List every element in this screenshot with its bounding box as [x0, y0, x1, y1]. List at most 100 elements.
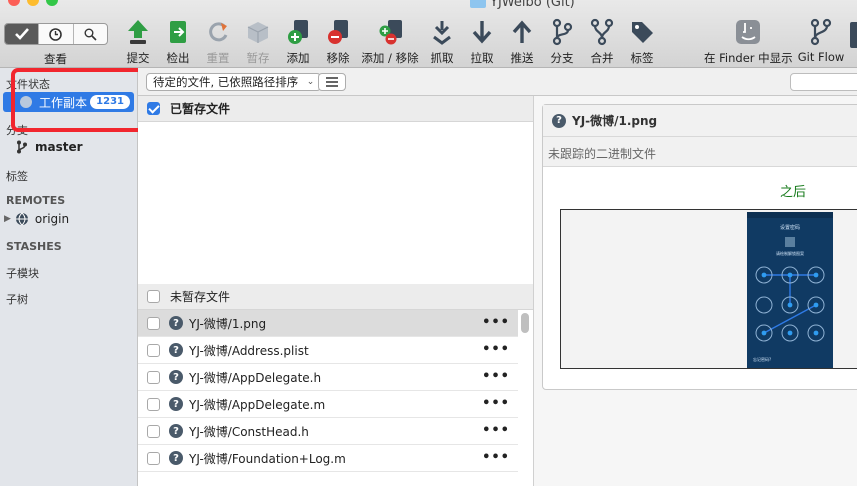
file-checkbox[interactable] — [147, 397, 160, 411]
add-remove-button[interactable]: 添加 / 移除 — [360, 18, 420, 66]
unstaged-files-pane: 未暂存文件 ? YJ-微博/1.png ••• ? YJ-微博/Address.… — [138, 284, 533, 486]
remotes-header[interactable]: REMOTES — [6, 194, 65, 207]
tag-button[interactable]: 标签 — [626, 18, 658, 66]
untracked-question-icon: ? — [169, 424, 183, 438]
file-list-scrollbar[interactable] — [521, 313, 529, 333]
untracked-question-icon: ? — [169, 316, 183, 330]
file-status-header: 文件状态 — [6, 78, 50, 91]
add-icon — [288, 20, 308, 44]
more-options-icon[interactable]: ••• — [482, 315, 510, 330]
search-icon — [84, 28, 97, 41]
file-checkbox[interactable] — [147, 370, 160, 384]
remove-icon — [328, 20, 348, 44]
more-options-icon[interactable]: ••• — [482, 342, 510, 357]
phone-screenshot-preview: 设置密码 请绘制解锁图案 忘记密码? — [747, 212, 833, 368]
working-copy-icon — [20, 96, 32, 108]
file-row[interactable]: ? YJ-微博/Foundation+Log.m ••• — [138, 445, 518, 472]
stash-icon — [247, 22, 269, 43]
branch-icon — [17, 140, 27, 154]
branch-button[interactable]: 分支 — [546, 18, 578, 66]
file-row[interactable]: ? YJ-微博/AppDelegate.h ••• — [138, 364, 518, 391]
zoom-window-button[interactable] — [46, 0, 58, 6]
staged-files-header: 已暂存文件 — [138, 96, 533, 122]
merge-button[interactable]: 合并 — [586, 18, 618, 66]
branches-header: 分支 — [6, 124, 28, 137]
reset-button[interactable]: 重置 — [202, 18, 234, 66]
sidebar-item-working-copy[interactable]: 工作副本 1231 — [3, 92, 134, 112]
view-label: 查看 — [44, 52, 67, 66]
push-icon — [512, 20, 532, 43]
fetch-button[interactable]: 抓取 — [426, 18, 458, 66]
fetch-icon — [433, 21, 451, 45]
diff-file-header: ? YJ-微博/1.png — [543, 105, 857, 137]
submodules-header[interactable]: 子模块 — [6, 265, 39, 281]
file-checkbox[interactable] — [147, 451, 160, 465]
file-row[interactable]: ? YJ-微博/1.png ••• — [138, 310, 518, 337]
list-view-options-button[interactable] — [318, 73, 346, 91]
pull-icon — [472, 21, 492, 44]
commit-button[interactable]: 提交 — [122, 18, 154, 66]
merge-icon — [590, 18, 614, 46]
remove-button[interactable]: 移除 — [322, 18, 354, 66]
untracked-question-icon: ? — [169, 451, 183, 465]
chevron-down-icon: ⌄ — [306, 77, 315, 87]
staged-files-pane: 已暂存文件 — [138, 96, 533, 284]
more-options-icon[interactable]: ••• — [482, 369, 510, 384]
file-row[interactable]: ? YJ-微博/ConstHead.h ••• — [138, 418, 518, 445]
file-search-input[interactable] — [790, 73, 857, 91]
sidebar: 文件状态 工作副本 1231 分支 master 标签 REMOTES ▶ or… — [0, 68, 138, 486]
history-view-button[interactable] — [39, 24, 74, 44]
working-copy-label: 工作副本 — [39, 95, 88, 110]
close-window-button[interactable] — [8, 0, 20, 6]
more-options-icon[interactable]: ••• — [482, 423, 510, 438]
untracked-question-icon: ? — [169, 343, 183, 357]
pull-button[interactable]: 拉取 — [466, 18, 498, 66]
git-flow-button[interactable]: Git Flow — [796, 18, 846, 64]
subtrees-header[interactable]: 子树 — [6, 291, 28, 307]
sidebar-item-origin-remote[interactable]: ▶ origin — [4, 212, 69, 226]
overflow-toolbar-icon[interactable] — [850, 22, 857, 48]
checkmark-icon — [14, 28, 29, 40]
untracked-question-icon: ? — [169, 397, 183, 411]
file-checkbox[interactable] — [147, 343, 160, 357]
checkout-button[interactable]: 检出 — [162, 18, 194, 66]
disclosure-triangle-icon[interactable]: ▶ — [4, 214, 11, 224]
push-button[interactable]: 推送 — [506, 18, 538, 66]
list-icon — [326, 77, 338, 87]
search-view-button[interactable] — [74, 24, 107, 44]
file-row[interactable]: ? YJ-微博/Address.plist ••• — [138, 337, 518, 364]
add-button[interactable]: 添加 — [282, 18, 314, 66]
checkout-icon — [170, 21, 186, 43]
stash-button[interactable]: 暂存 — [242, 18, 274, 66]
unstaged-select-all-checkbox[interactable] — [147, 290, 160, 303]
file-filter-select[interactable]: 待定的文件, 已依照路径排序 ⌄ — [146, 73, 322, 91]
reset-icon — [209, 22, 228, 42]
globe-icon — [15, 212, 28, 226]
show-in-finder-button[interactable]: 在 Finder 中显示 — [704, 18, 793, 66]
tags-header[interactable]: 标签 — [6, 168, 28, 184]
clock-icon — [49, 27, 63, 41]
toolbar: YJWeibo (Git) 查看 提交 检出 重置 暂存 添加 移除 添加 / … — [0, 0, 857, 68]
tag-icon — [632, 22, 653, 43]
finder-icon — [736, 20, 760, 44]
stashes-header[interactable]: STASHES — [6, 240, 62, 253]
commit-icon — [128, 20, 148, 44]
file-checkbox[interactable] — [147, 424, 160, 438]
staged-select-all-checkbox[interactable] — [147, 102, 160, 115]
sidebar-item-master-branch[interactable]: master — [16, 140, 83, 154]
branch-icon — [552, 18, 573, 46]
minimize-window-button[interactable] — [27, 0, 39, 6]
more-options-icon[interactable]: ••• — [482, 450, 510, 465]
image-preview: 设置密码 请绘制解锁图案 忘记密码? — [560, 209, 857, 369]
untracked-question-icon: ? — [169, 370, 183, 384]
file-status-view-button[interactable] — [5, 24, 40, 44]
working-copy-count-badge: 1231 — [90, 95, 130, 109]
file-row[interactable]: ? YJ-微博/AppDelegate.m ••• — [138, 391, 518, 418]
more-options-icon[interactable]: ••• — [482, 396, 510, 411]
add-remove-icon — [379, 20, 402, 45]
after-label: 之后 — [779, 185, 806, 200]
git-flow-icon — [810, 18, 832, 46]
file-checkbox[interactable] — [147, 316, 160, 330]
diff-file-status: 未跟踪的二进制文件 — [543, 137, 857, 167]
filter-bar: 待定的文件, 已依照路径排序 ⌄ — [138, 68, 857, 96]
